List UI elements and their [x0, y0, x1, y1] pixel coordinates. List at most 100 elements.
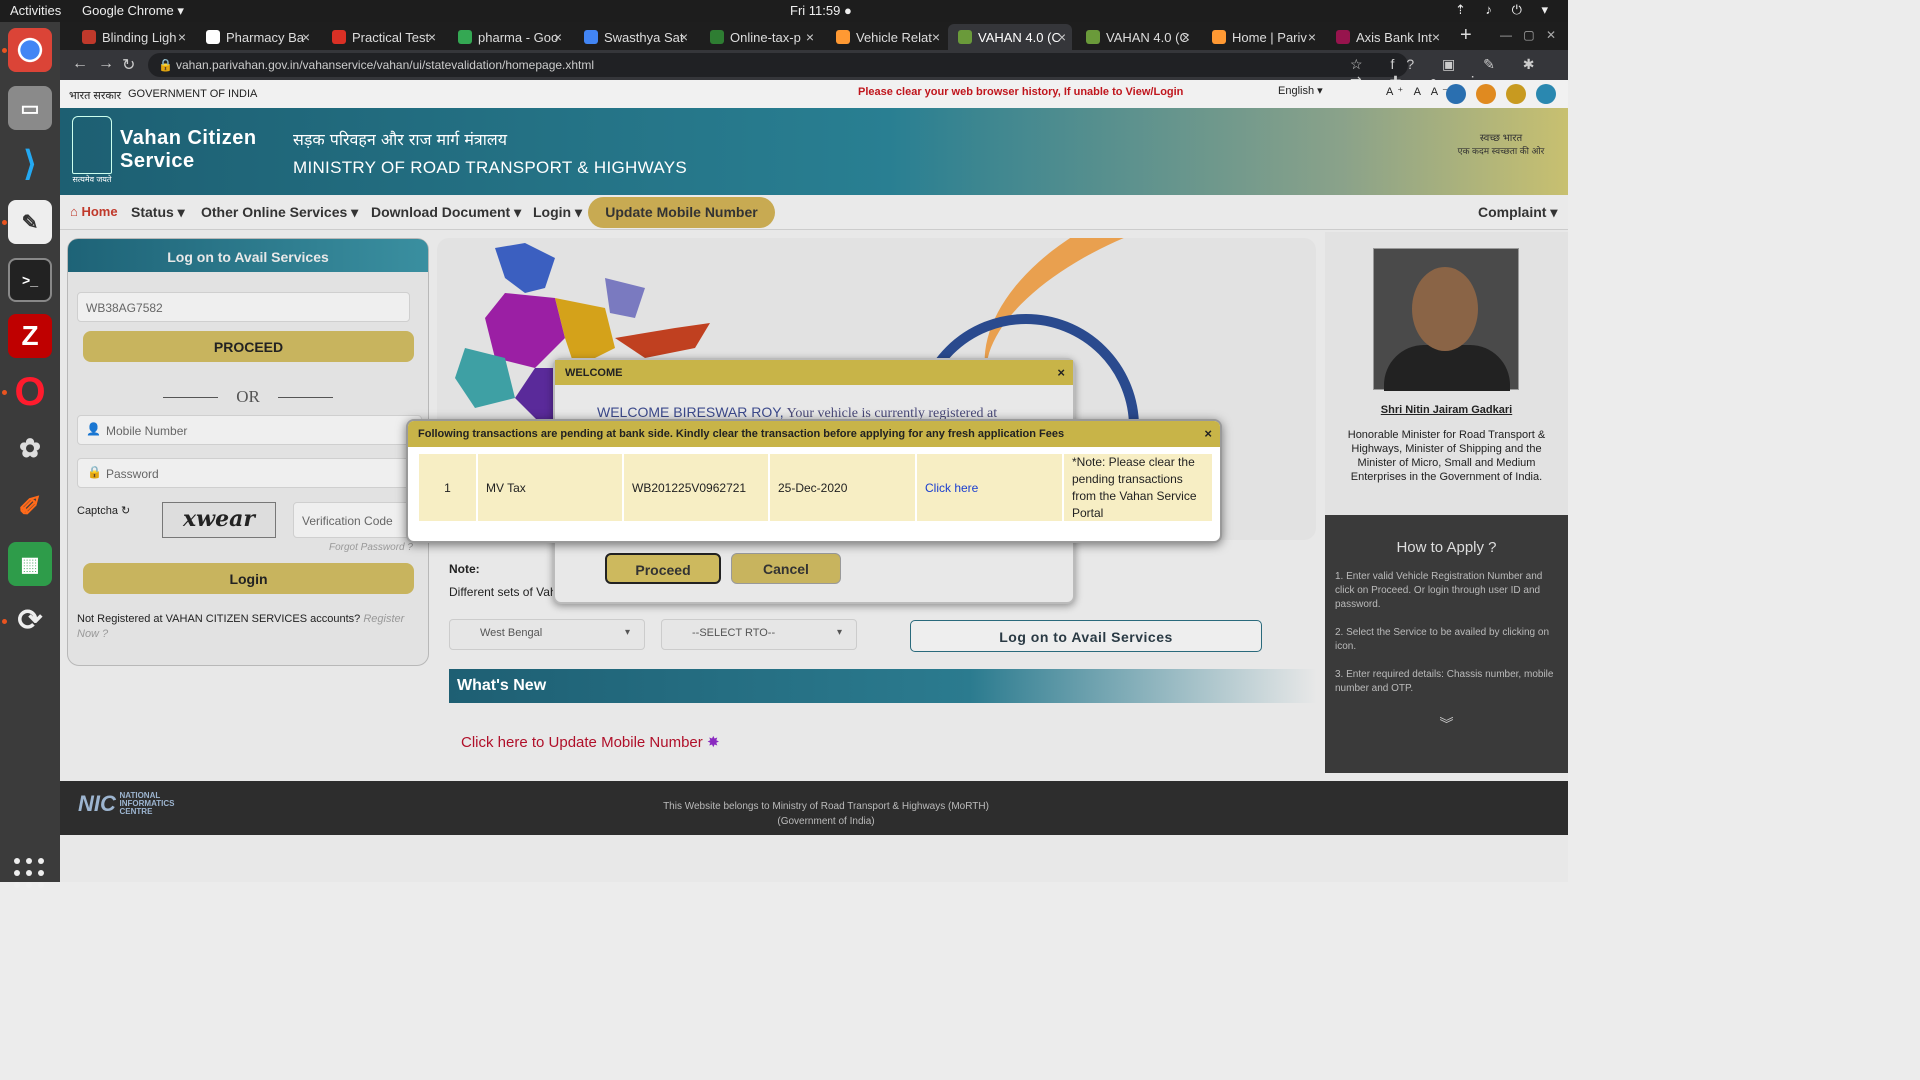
- welcome-cancel-button[interactable]: Cancel: [731, 553, 841, 584]
- how-to-apply: How to Apply ? 1. Enter valid Vehicle Re…: [1325, 515, 1568, 773]
- menu-home[interactable]: ⌂ Home: [70, 204, 118, 219]
- lock-icon: 🔒: [158, 58, 173, 72]
- menu-status[interactable]: Status ▾: [131, 204, 185, 221]
- welcome-proceed-button[interactable]: Proceed: [605, 553, 721, 584]
- files-icon[interactable]: ▭: [8, 86, 52, 130]
- expand-icon[interactable]: ︾: [1325, 714, 1568, 734]
- tab-close-icon[interactable]: ×: [932, 29, 940, 45]
- tab[interactable]: Home | Pariv ×: [1202, 24, 1322, 50]
- footer-line: This Website belongs to Ministry of Road…: [663, 801, 989, 812]
- tab-close-icon[interactable]: ×: [302, 29, 310, 45]
- menu-login[interactable]: Login ▾: [533, 204, 582, 221]
- tab-close-icon[interactable]: ×: [1182, 29, 1190, 45]
- help-icon[interactable]: [1446, 84, 1466, 104]
- how-to-step: 1. Enter valid Vehicle Registration Numb…: [1335, 571, 1543, 610]
- registration-number-input[interactable]: WB38AG7582: [77, 292, 410, 322]
- tab-close-icon[interactable]: ×: [680, 29, 688, 45]
- forward-icon[interactable]: →: [98, 55, 114, 73]
- browser-history-warning: Please clear your web browser history, I…: [858, 86, 1184, 98]
- tab-close-icon[interactable]: ×: [1432, 29, 1440, 45]
- info-icon[interactable]: [1506, 84, 1526, 104]
- tab-close-icon[interactable]: ×: [428, 29, 436, 45]
- system-tray[interactable]: ⇡ ♪ ⏻ ▾: [1455, 2, 1556, 18]
- spreadsheet-icon[interactable]: ▦: [8, 542, 52, 586]
- chrome-icon[interactable]: [8, 28, 52, 72]
- tab[interactable]: Practical Test ×: [322, 24, 442, 50]
- tab-close-icon[interactable]: ×: [1308, 29, 1316, 45]
- tab-favicon-icon: [1086, 30, 1100, 44]
- minister-name[interactable]: Shri Nitin Jairam Gadkari: [1325, 404, 1568, 416]
- lock-icon: 🔒: [87, 465, 102, 479]
- menu-complaint[interactable]: Complaint ▾: [1478, 204, 1557, 221]
- tab[interactable]: pharma - Goo ×: [448, 24, 568, 50]
- mobile-number-input[interactable]: 👤 Mobile Number: [77, 415, 422, 445]
- update-mobile-button[interactable]: Update Mobile Number: [588, 197, 775, 228]
- tab-label: pharma - Goo: [478, 30, 559, 45]
- tab[interactable]: Swasthya Sat ×: [574, 24, 694, 50]
- welcome-close-icon[interactable]: ×: [1057, 365, 1065, 380]
- click-here-link[interactable]: Click here: [917, 454, 1062, 521]
- footer-text: This Website belongs to Ministry of Road…: [60, 799, 1592, 829]
- update-mobile-link-text: Click here to Update Mobile Number: [461, 734, 703, 751]
- clock[interactable]: Fri 11:59 ●: [790, 3, 852, 18]
- update-mobile-link[interactable]: Click here to Update Mobile Number ✸: [461, 733, 720, 751]
- back-icon[interactable]: ←: [72, 55, 88, 73]
- mail-icon[interactable]: [1476, 84, 1496, 104]
- login-button[interactable]: Login: [83, 563, 414, 594]
- map-region[interactable]: [495, 243, 555, 293]
- language-select[interactable]: English ▾: [1278, 84, 1323, 97]
- tab[interactable]: Vehicle Relat ×: [826, 24, 946, 50]
- note-label: Note:: [449, 562, 480, 576]
- gov-english: GOVERNMENT OF INDIA: [128, 88, 258, 100]
- tab[interactable]: Online-tax-p ×: [700, 24, 820, 50]
- terminal-icon[interactable]: >_: [8, 258, 52, 302]
- address-bar[interactable]: 🔒 vahan.parivahan.gov.in/vahanservice/vah…: [148, 53, 1408, 77]
- menu-other-services[interactable]: Other Online Services ▾: [201, 204, 358, 221]
- forgot-password-link[interactable]: Forgot Password ?: [329, 542, 413, 553]
- filezilla-icon[interactable]: Z: [8, 314, 52, 358]
- tab-label: Vehicle Relat: [856, 30, 932, 45]
- tab-close-icon[interactable]: ×: [806, 29, 814, 45]
- tab-label: Blinding Ligh: [102, 30, 177, 45]
- app-menu[interactable]: Google Chrome ▾: [82, 3, 184, 19]
- window-controls[interactable]: — ▢ ✕: [1500, 28, 1560, 42]
- not-registered-text: Not Registered at VAHAN CITIZEN SERVICES…: [77, 613, 361, 625]
- map-region[interactable]: [615, 323, 710, 358]
- national-emblem-logo: सत्यमेव जयते: [70, 116, 114, 186]
- log-on-button[interactable]: Log on to Avail Services: [910, 620, 1262, 652]
- tab-active[interactable]: VAHAN 4.0 (C ×: [948, 24, 1072, 50]
- rto-select[interactable]: --SELECT RTO--: [661, 619, 857, 650]
- note-text: Different sets of Vah: [449, 585, 557, 599]
- gimp-icon[interactable]: ✿: [8, 426, 52, 470]
- map-region[interactable]: [605, 278, 645, 318]
- pending-close-icon[interactable]: ×: [1204, 426, 1212, 441]
- password-input[interactable]: 🔒 Password: [77, 458, 422, 488]
- site-brand[interactable]: Vahan Citizen Service: [120, 127, 257, 173]
- user-icon: 👤: [86, 422, 101, 436]
- proceed-button[interactable]: PROCEED: [83, 331, 414, 362]
- state-select[interactable]: West Bengal: [449, 619, 645, 650]
- tab-close-icon[interactable]: ×: [1058, 29, 1066, 45]
- menu-download-document[interactable]: Download Document ▾: [371, 204, 521, 221]
- software-updater-icon[interactable]: ⟳: [8, 598, 52, 642]
- tab[interactable]: VAHAN 4.0 (C ×: [1076, 24, 1196, 50]
- verification-code-input[interactable]: Verification Code: [293, 502, 423, 538]
- tab[interactable]: Pharmacy Ba ×: [196, 24, 316, 50]
- running-indicator: [2, 390, 7, 395]
- vscode-icon[interactable]: ⟩: [8, 142, 52, 186]
- new-tab-button[interactable]: +: [1460, 24, 1472, 47]
- opera-icon[interactable]: O: [8, 370, 52, 414]
- tab-close-icon[interactable]: ×: [554, 29, 562, 45]
- captcha-label[interactable]: Captcha ↻: [77, 504, 130, 517]
- text-editor-icon[interactable]: ✎: [8, 200, 52, 244]
- tab-label: Online-tax-p: [730, 30, 801, 45]
- tab[interactable]: Axis Bank Int ×: [1326, 24, 1446, 50]
- reload-icon[interactable]: ↻: [122, 55, 135, 75]
- activities-button[interactable]: Activities: [10, 3, 61, 18]
- tab[interactable]: Blinding Ligh ×: [72, 24, 192, 50]
- show-apps-icon[interactable]: [14, 858, 46, 890]
- phone-icon[interactable]: [1536, 84, 1556, 104]
- font-size-controls[interactable]: A⁺ A A⁻: [1386, 85, 1452, 98]
- tab-close-icon[interactable]: ×: [178, 29, 186, 45]
- postman-icon[interactable]: ✐: [8, 484, 52, 528]
